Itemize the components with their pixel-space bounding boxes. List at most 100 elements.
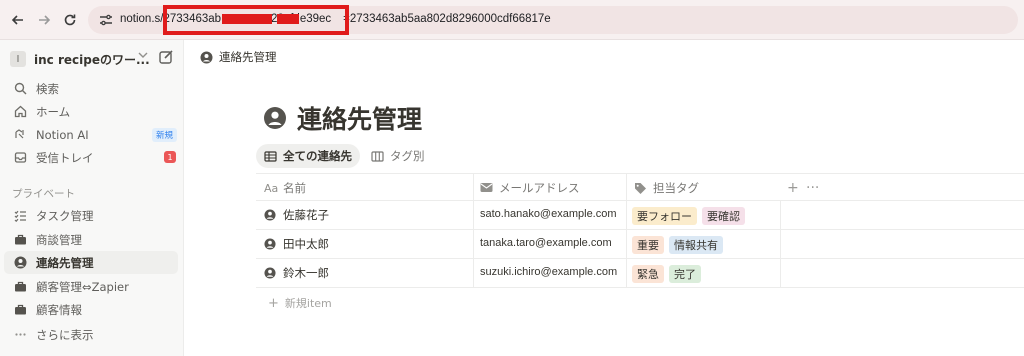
sidebar-item-label: 受信トレイ [36, 150, 94, 165]
cell-email[interactable]: suzuki.ichiro@example.com [480, 266, 617, 278]
tag-badge: 要確認 [702, 207, 745, 225]
plus-icon: + [268, 295, 279, 311]
person-icon [263, 106, 287, 130]
browser-toolbar: notion.s/2733463ab 28afde39ec =2733463ab5a… [0, 0, 1024, 40]
column-header-tags[interactable]: 担当タグ [634, 180, 699, 196]
tag-badge: 緊急 [632, 265, 664, 283]
divider [256, 200, 1024, 201]
cell-tags[interactable]: 要フォロー 要確認 [632, 207, 750, 225]
sidebar-item-task[interactable]: タスク管理 [4, 204, 178, 227]
sidebar-item-label: タスク管理 [36, 208, 94, 223]
reload-icon[interactable] [60, 10, 80, 30]
new-item-label: 新規item [284, 297, 332, 310]
search-icon [12, 81, 28, 97]
chevron-down-icon[interactable] [138, 51, 148, 62]
cell-tags[interactable]: 緊急 完了 [632, 265, 706, 283]
sidebar-item-label: 顧客情報 [36, 302, 82, 317]
forward-icon[interactable] [34, 10, 54, 30]
sidebar-item-label: ホーム [36, 104, 71, 119]
sidebar-item-home[interactable]: ホーム [4, 100, 178, 123]
highlight-box [163, 5, 349, 35]
divider [256, 173, 1024, 174]
table-icon [264, 150, 277, 163]
sidebar-item-label: 商談管理 [36, 232, 82, 247]
divider [473, 173, 474, 287]
briefcase-icon [12, 279, 28, 295]
contact-name: 田中太郎 [283, 237, 329, 251]
column-header-name[interactable]: Aa 名前 [264, 180, 306, 196]
unread-count-badge: 1 [164, 151, 176, 163]
new-badge: 新規 [152, 128, 178, 142]
workspace-name: inc recipeのワー... [34, 52, 150, 67]
divider [780, 200, 781, 287]
breadcrumb-label: 連絡先管理 [219, 50, 277, 64]
briefcase-icon [12, 232, 28, 248]
tag-badge: 要フォロー [632, 207, 697, 225]
workspace-avatar: I [10, 51, 26, 67]
tag-badge: 情報共有 [669, 236, 723, 254]
divider [256, 258, 1024, 259]
new-page-icon[interactable] [158, 49, 174, 65]
sidebar-item-customer-info[interactable]: 顧客情報 [4, 298, 178, 321]
column-header-label: メールアドレス [499, 181, 580, 195]
checklist-icon [12, 208, 28, 224]
person-icon [264, 208, 277, 222]
divider [256, 287, 1024, 288]
sidebar-item-inbox[interactable]: 受信トレイ 1 [4, 146, 178, 169]
mail-icon [480, 182, 493, 195]
notion-ai-icon [12, 127, 28, 143]
divider [256, 229, 1024, 230]
person-icon [264, 266, 277, 280]
new-item-button[interactable]: + 新規item [268, 295, 332, 311]
tag-badge: 重要 [632, 236, 664, 254]
person-icon [200, 51, 213, 64]
contact-name: 佐藤花子 [283, 208, 329, 222]
sidebar-item-show-more[interactable]: さらに表示 [4, 323, 178, 346]
tab-label: タグ別 [390, 149, 425, 163]
sidebar-item-notion-ai[interactable]: Notion AI 新規 [4, 123, 178, 146]
tab-all-contacts[interactable]: 全ての連絡先 [256, 144, 360, 168]
inbox-icon [12, 150, 28, 166]
cell-name[interactable]: 佐藤花子 [264, 207, 329, 223]
sidebar-item-label: Notion AI [36, 127, 89, 142]
url-domain: notion.s [120, 13, 161, 25]
page-title-text: 連絡先管理 [297, 105, 423, 134]
cell-tags[interactable]: 重要 情報共有 [632, 236, 728, 254]
site-settings-icon[interactable] [98, 12, 114, 28]
sidebar: I inc recipeのワー... 検索 ホーム Notion AI 新規 受… [0, 40, 184, 356]
tab-by-tag[interactable]: タグ別 [363, 144, 433, 168]
text-type-icon: Aa [264, 181, 279, 195]
divider [626, 173, 627, 287]
add-column-icon[interactable]: + [787, 180, 799, 196]
sidebar-item-crm-zapier[interactable]: 顧客管理⇔Zapier [4, 275, 178, 298]
sidebar-item-deals[interactable]: 商談管理 [4, 228, 178, 251]
cell-email[interactable]: tanaka.taro@example.com [480, 237, 612, 249]
workspace-switcher[interactable]: I inc recipeのワー... [10, 48, 150, 70]
more-icon [12, 327, 28, 343]
home-icon [12, 104, 28, 120]
sidebar-item-label: 連絡先管理 [36, 255, 94, 270]
tag-badge: 完了 [669, 265, 701, 283]
board-icon [371, 150, 384, 163]
column-header-label: 担当タグ [653, 181, 699, 195]
more-options-icon[interactable]: ··· [806, 180, 819, 196]
tag-icon [634, 182, 647, 195]
column-header-email[interactable]: メールアドレス [480, 180, 580, 196]
page-title[interactable]: 連絡先管理 [263, 100, 422, 136]
cell-email[interactable]: sato.hanako@example.com [480, 208, 617, 220]
sidebar-item-label: 検索 [36, 81, 59, 96]
column-header-label: 名前 [283, 181, 306, 195]
sidebar-item-contacts[interactable]: 連絡先管理 [4, 251, 178, 274]
sidebar-item-search[interactable]: 検索 [4, 77, 178, 100]
back-icon[interactable] [8, 10, 28, 30]
person-icon [12, 255, 28, 271]
cell-name[interactable]: 田中太郎 [264, 236, 329, 252]
cell-name[interactable]: 鈴木一郎 [264, 265, 329, 281]
breadcrumb[interactable]: 連絡先管理 [200, 49, 277, 65]
person-icon [264, 237, 277, 251]
url-query: =2733463ab5aa802d8296000cdf66817e [343, 13, 551, 25]
tab-label: 全ての連絡先 [283, 149, 352, 163]
sidebar-item-label: 顧客管理⇔Zapier [36, 279, 129, 294]
contact-name: 鈴木一郎 [283, 266, 329, 280]
sidebar-item-label: さらに表示 [36, 327, 94, 342]
